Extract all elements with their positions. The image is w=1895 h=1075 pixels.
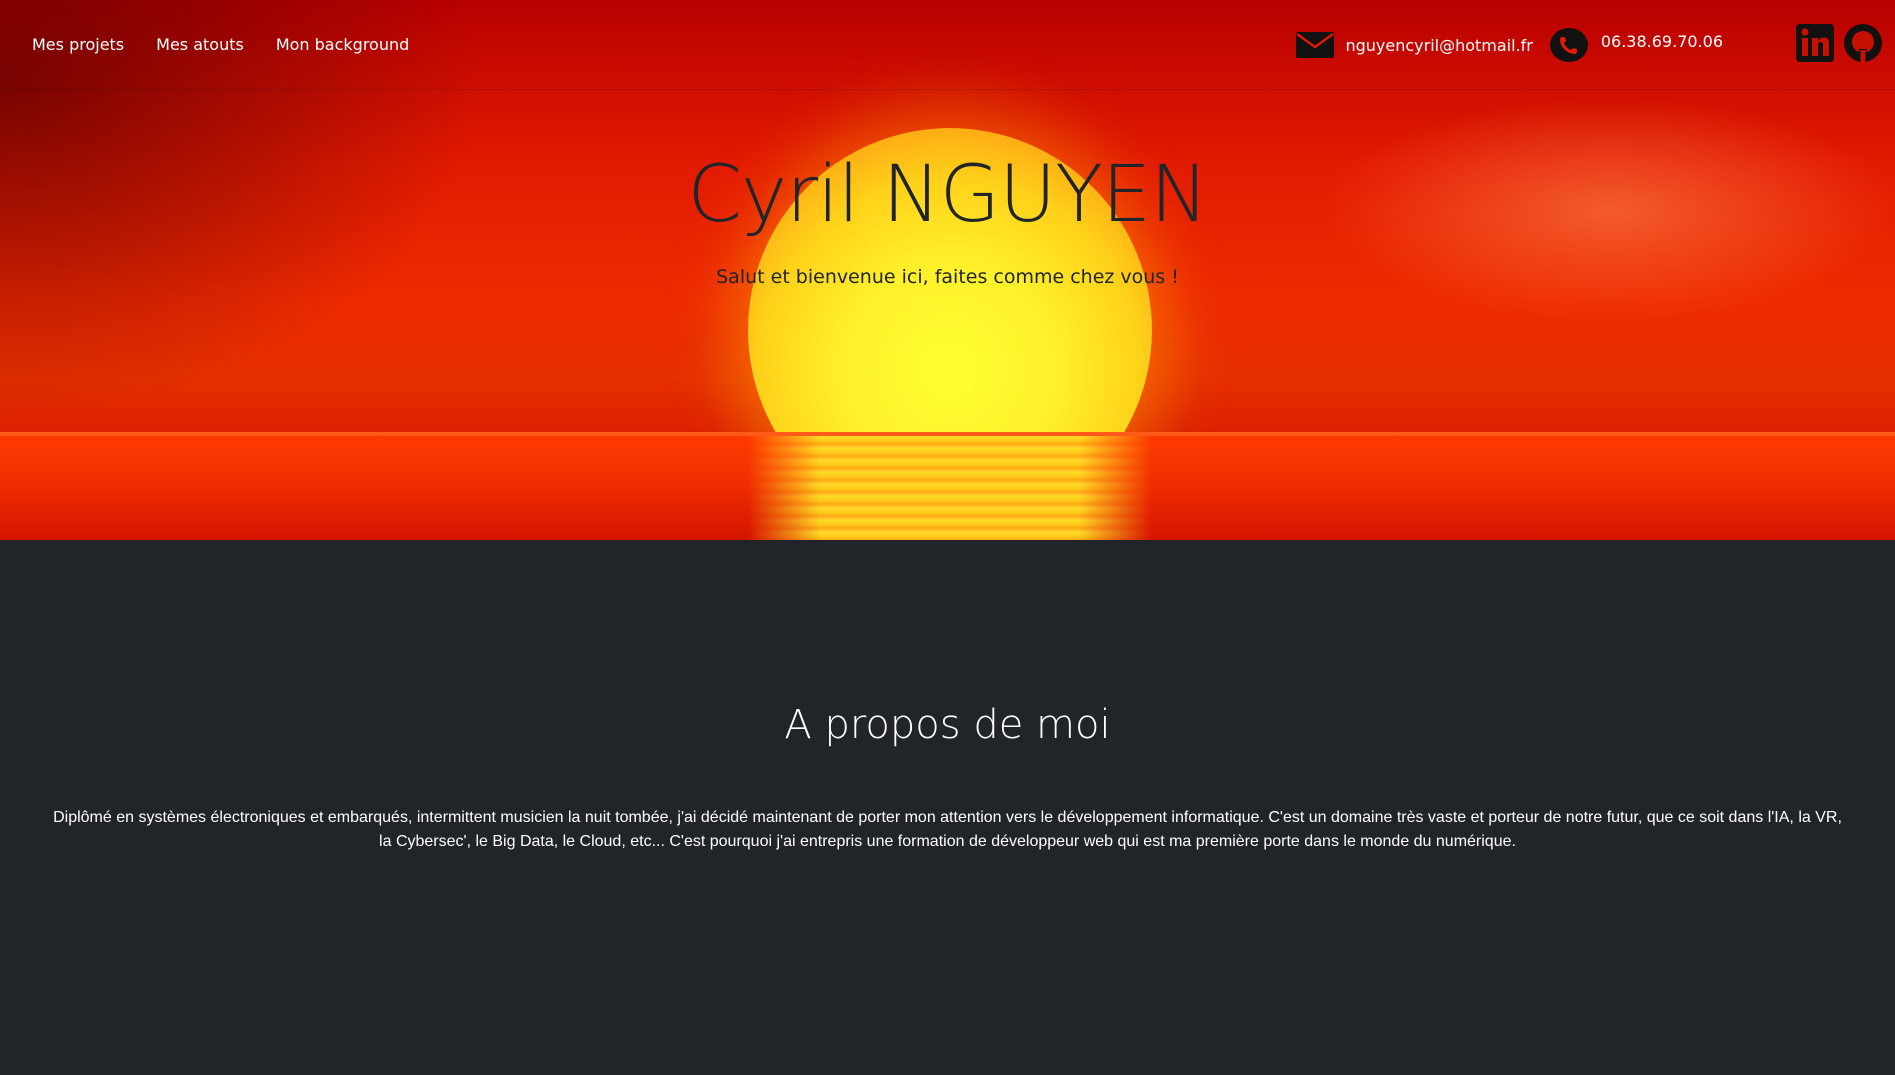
navbar: Mes projets Mes atouts Mon background ng… [0, 0, 1895, 90]
hero-sun-reflection [748, 436, 1152, 540]
github-icon [1844, 23, 1882, 62]
nav-links: Mes projets Mes atouts Mon background [32, 35, 441, 54]
nav-link-background[interactable]: Mon background [276, 35, 409, 54]
email-text: nguyencyril@hotmail.fr [1345, 35, 1533, 55]
phone-link[interactable]: 06.38.69.70.06 [1533, 27, 1723, 63]
hero-title: Cyril NGUYEN [687, 150, 1209, 240]
email-link[interactable]: nguyencyril@hotmail.fr [1295, 31, 1533, 59]
about-title: A propos de moi [784, 702, 1111, 748]
contact-area: nguyencyril@hotmail.fr 06.38.69.70.06 [1295, 0, 1895, 90]
nav-link-projets[interactable]: Mes projets [32, 35, 124, 54]
linkedin-link[interactable] [1795, 23, 1835, 68]
hero-section: Mes projets Mes atouts Mon background ng… [0, 0, 1895, 540]
linkedin-icon [1796, 23, 1834, 62]
about-text: Diplômé en systèmes électroniques et emb… [53, 809, 1842, 850]
mail-icon [1296, 32, 1335, 58]
phone-icon [1549, 28, 1588, 62]
nav-link-atouts[interactable]: Mes atouts [156, 35, 244, 54]
about-section: A propos de moi Diplômé en systèmes élec… [0, 540, 1895, 1075]
hero-subtitle: Salut et bienvenue ici, faites comme che… [716, 266, 1179, 288]
github-link[interactable] [1843, 23, 1883, 68]
social-links [1795, 23, 1883, 68]
phone-text: 06.38.69.70.06 [1600, 31, 1723, 51]
